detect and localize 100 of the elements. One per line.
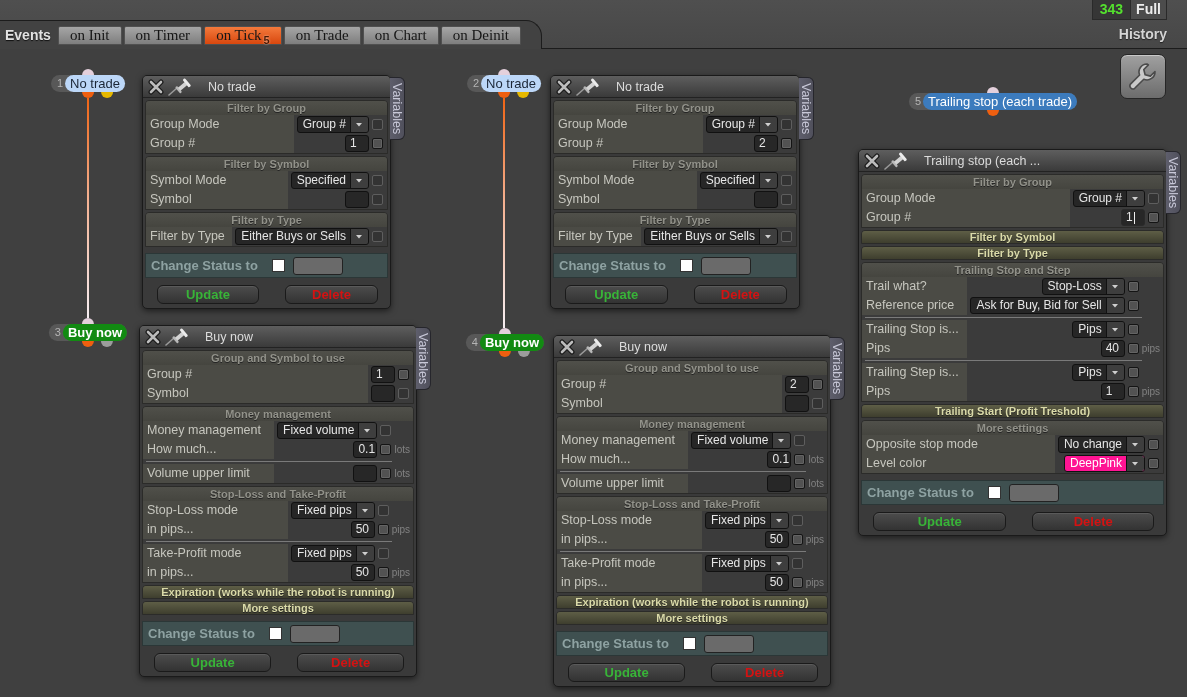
- dropdown[interactable]: DeepPink: [1063, 455, 1145, 472]
- status-field[interactable]: [700, 256, 751, 275]
- close-icon[interactable]: [559, 338, 575, 355]
- section-header[interactable]: Trailing Start (Profit Treshold): [862, 405, 1163, 417]
- update-button[interactable]: Update: [873, 512, 1007, 531]
- output-port-icon[interactable]: [518, 351, 530, 357]
- caret-icon[interactable]: [1105, 279, 1124, 294]
- history-button[interactable]: History: [1118, 26, 1167, 42]
- dropdown[interactable]: No change: [1057, 436, 1145, 453]
- checkbox[interactable]: [794, 454, 806, 465]
- checkbox[interactable]: [1127, 300, 1139, 311]
- node-label[interactable]: Buy now: [62, 324, 128, 341]
- input-field[interactable]: 50: [764, 574, 789, 591]
- status-field[interactable]: [1008, 483, 1059, 502]
- input-field[interactable]: [371, 385, 395, 402]
- dropdown[interactable]: Fixed volume: [277, 422, 378, 439]
- output-port-icon[interactable]: [101, 341, 113, 347]
- input-field[interactable]: 1: [371, 366, 395, 383]
- checkbox[interactable]: [1148, 212, 1159, 223]
- checkbox[interactable]: [1148, 439, 1159, 450]
- input-port-icon[interactable]: [82, 318, 94, 324]
- update-button[interactable]: Update: [568, 663, 686, 682]
- input-field[interactable]: [754, 191, 778, 208]
- checkbox[interactable]: [377, 524, 389, 535]
- pushpin-icon[interactable]: [168, 77, 193, 96]
- dropdown[interactable]: Stop-Loss: [1041, 278, 1125, 295]
- input-field[interactable]: [353, 465, 378, 482]
- node-label[interactable]: Trailing stop (each trade): [923, 93, 1077, 110]
- checkbox[interactable]: [380, 444, 392, 455]
- checkbox[interactable]: [794, 478, 806, 489]
- output-port-icon[interactable]: [82, 92, 94, 98]
- close-icon[interactable]: [148, 78, 164, 95]
- event-tab[interactable]: on Deinit: [440, 26, 521, 45]
- status-field[interactable]: [703, 634, 754, 653]
- input-port-icon[interactable]: [987, 87, 999, 93]
- section-header[interactable]: Expiration (works while the robot is running): [143, 586, 413, 598]
- checkbox[interactable]: [1148, 458, 1159, 469]
- caret-icon[interactable]: [1126, 191, 1144, 206]
- checkbox[interactable]: [791, 577, 803, 588]
- flow-node[interactable]: 1 No trade: [51, 75, 125, 92]
- update-button[interactable]: Update: [565, 285, 668, 304]
- caret-icon[interactable]: [355, 546, 374, 561]
- close-icon[interactable]: [145, 328, 161, 345]
- caret-icon[interactable]: [350, 173, 368, 188]
- pushpin-icon[interactable]: [884, 151, 909, 170]
- status-checkbox[interactable]: [268, 627, 282, 640]
- node-label[interactable]: Buy now: [479, 334, 545, 351]
- caret-icon[interactable]: [1126, 437, 1144, 452]
- input-field[interactable]: 40: [1100, 340, 1125, 357]
- checkbox[interactable]: [1127, 367, 1139, 378]
- checkbox[interactable]: [812, 379, 823, 390]
- section-header[interactable]: More settings: [557, 612, 827, 624]
- input-field[interactable]: 2: [754, 135, 778, 152]
- variables-tab[interactable]: Variables: [416, 327, 431, 390]
- event-tab[interactable]: on Timer: [123, 26, 203, 45]
- dropdown[interactable]: Fixed pips: [704, 555, 789, 572]
- flow-node[interactable]: 4 Buy now: [465, 334, 545, 351]
- output-port-icon[interactable]: [517, 92, 529, 98]
- input-field[interactable]: 1: [1121, 209, 1145, 226]
- dropdown[interactable]: Group #: [705, 116, 778, 133]
- flow-node[interactable]: 2 No trade: [467, 75, 541, 92]
- full-button[interactable]: Full: [1130, 0, 1166, 19]
- status-checkbox[interactable]: [679, 259, 693, 272]
- output-port-icon[interactable]: [987, 110, 999, 116]
- close-icon[interactable]: [556, 78, 572, 95]
- output-port-icon[interactable]: [498, 92, 510, 98]
- status-checkbox[interactable]: [987, 486, 1001, 499]
- dropdown[interactable]: Group #: [1072, 190, 1145, 207]
- update-button[interactable]: Update: [157, 285, 260, 304]
- pushpin-icon[interactable]: [576, 77, 601, 96]
- dropdown[interactable]: Group #: [296, 116, 369, 133]
- dropdown[interactable]: Pips: [1072, 364, 1125, 381]
- dropdown[interactable]: Either Buys or Sells: [644, 228, 778, 245]
- section-header[interactable]: Expiration (works while the robot is running): [557, 596, 827, 608]
- input-field[interactable]: 0.1: [767, 451, 792, 468]
- dropdown[interactable]: Fixed volume: [691, 432, 792, 449]
- section-header[interactable]: Filter by Symbol: [862, 231, 1163, 243]
- caret-icon[interactable]: [350, 117, 368, 132]
- section-header[interactable]: More settings: [143, 602, 413, 614]
- status-field[interactable]: [289, 624, 340, 643]
- variables-tab[interactable]: Variables: [799, 77, 814, 140]
- caret-icon[interactable]: [1105, 298, 1124, 313]
- dropdown[interactable]: Fixed pips: [704, 512, 789, 529]
- caret-icon[interactable]: [350, 229, 368, 244]
- caret-icon[interactable]: [355, 503, 374, 518]
- dropdown[interactable]: Fixed pips: [290, 545, 375, 562]
- checkbox[interactable]: [398, 369, 409, 380]
- caret-icon[interactable]: [769, 556, 788, 571]
- status-checkbox[interactable]: [271, 259, 285, 272]
- checkbox[interactable]: [1127, 324, 1139, 335]
- input-field[interactable]: 50: [764, 531, 789, 548]
- input-field[interactable]: 0.1: [353, 441, 378, 458]
- caret-icon[interactable]: [772, 433, 791, 448]
- caret-icon[interactable]: [769, 513, 788, 528]
- event-tab[interactable]: on Init: [57, 26, 122, 45]
- input-field[interactable]: 50: [350, 521, 375, 538]
- flow-node[interactable]: 3 Buy now: [48, 324, 128, 341]
- output-port-icon[interactable]: [499, 351, 511, 357]
- output-port-icon[interactable]: [82, 341, 94, 347]
- caret-icon[interactable]: [1105, 322, 1124, 337]
